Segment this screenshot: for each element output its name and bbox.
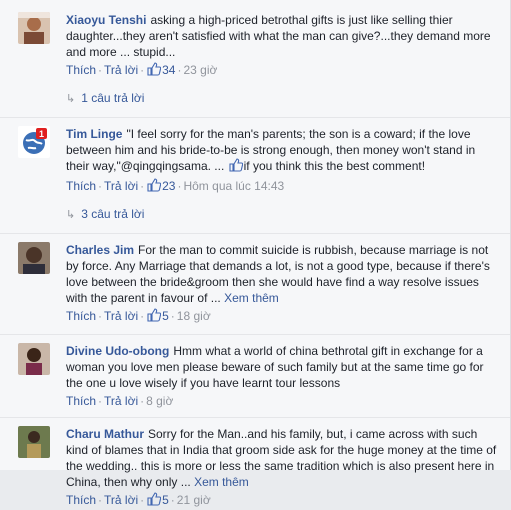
- reply-arrow-icon: ↳: [66, 209, 76, 221]
- avatar[interactable]: [18, 242, 50, 274]
- globe-badge-icon: 1: [18, 126, 50, 158]
- like-button[interactable]: Thích: [66, 63, 96, 77]
- comment-body: Charu Mathur Sorry for the Man..and his f…: [66, 426, 500, 490]
- like-count[interactable]: 5: [162, 493, 169, 507]
- comment-feed: Xiaoyu Tenshi asking a high-priced betrot…: [0, 0, 511, 507]
- see-more-link[interactable]: Xem thêm: [224, 291, 279, 305]
- comment-time[interactable]: 21 giờ: [177, 493, 211, 507]
- comment-text-suffix: if you think this the best comment!: [243, 159, 426, 173]
- reply-button[interactable]: Trả lời: [104, 179, 138, 193]
- comment-time[interactable]: 23 giờ: [183, 63, 217, 77]
- like-count[interactable]: 34: [162, 63, 175, 77]
- like-count[interactable]: 5: [162, 309, 169, 323]
- comment-time[interactable]: 18 giờ: [177, 309, 211, 323]
- avatar[interactable]: [18, 12, 50, 44]
- avatar-image: [18, 343, 50, 375]
- notification-badge: 1: [39, 129, 44, 139]
- thumbs-up-icon: [229, 158, 243, 176]
- comment-author[interactable]: Charles Jim: [66, 243, 134, 257]
- comment: 1 Tim Linge "I feel sorry for the man's p…: [0, 118, 510, 196]
- like-count[interactable]: 23: [162, 179, 175, 193]
- comment-author[interactable]: Tim Linge: [66, 127, 122, 141]
- like-button[interactable]: Thích: [66, 493, 96, 507]
- like-button[interactable]: Thích: [66, 179, 96, 193]
- comment-actions: Thích · Trả lời · 5 · 18 giờ: [66, 308, 500, 326]
- avatar[interactable]: [18, 426, 50, 458]
- comment-author[interactable]: Divine Udo-obong: [66, 344, 169, 358]
- reply-button[interactable]: Trả lời: [104, 63, 138, 77]
- see-more-link[interactable]: Xem thêm: [194, 475, 249, 489]
- thumbs-up-icon[interactable]: [147, 308, 162, 326]
- comment-body: Charles Jim For the man to commit suicide…: [66, 242, 500, 306]
- avatar-image: [18, 242, 50, 274]
- comment-body: Tim Linge "I feel sorry for the man's par…: [66, 126, 500, 176]
- comment-body: Divine Udo-obong Hmm what a world of chin…: [66, 343, 500, 391]
- avatar-image: [18, 12, 50, 44]
- like-button[interactable]: Thích: [66, 394, 96, 408]
- comment: Charu Mathur Sorry for the Man..and his f…: [0, 418, 510, 510]
- comment-author[interactable]: Xiaoyu Tenshi: [66, 13, 146, 27]
- view-replies-link[interactable]: ↳ 1 câu trả lời: [0, 90, 510, 107]
- like-button[interactable]: Thích: [66, 309, 96, 323]
- comment: Divine Udo-obong Hmm what a world of chin…: [0, 335, 510, 409]
- avatar-image: [18, 426, 50, 458]
- comment-actions: Thích · Trả lời · 34 · 23 giờ: [66, 62, 500, 80]
- reply-button[interactable]: Trả lời: [104, 394, 138, 408]
- comment-time[interactable]: Hôm qua lúc 14:43: [183, 179, 284, 193]
- comment-body: Xiaoyu Tenshi asking a high-priced betrot…: [66, 12, 500, 60]
- comment-actions: Thích · Trả lời · 23 · Hôm qua lúc 14:43: [66, 178, 500, 196]
- reply-arrow-icon: ↳: [66, 93, 76, 105]
- comment: Charles Jim For the man to commit suicide…: [0, 234, 510, 326]
- replies-count[interactable]: 3 câu trả lời: [81, 207, 144, 221]
- thumbs-up-icon[interactable]: [147, 62, 162, 80]
- view-replies-link[interactable]: ↳ 3 câu trả lời: [0, 206, 510, 223]
- thumbs-up-icon[interactable]: [147, 492, 162, 510]
- comment-actions: Thích · Trả lời · 5 · 21 giờ: [66, 492, 500, 510]
- avatar[interactable]: 1: [18, 126, 50, 158]
- comment: Xiaoyu Tenshi asking a high-priced betrot…: [0, 0, 510, 80]
- replies-count[interactable]: 1 câu trả lời: [81, 91, 144, 105]
- comment-author[interactable]: Charu Mathur: [66, 427, 144, 441]
- reply-button[interactable]: Trả lời: [104, 493, 138, 507]
- comment-time[interactable]: 8 giờ: [146, 394, 173, 408]
- comment-actions: Thích · Trả lời · 8 giờ: [66, 394, 174, 408]
- reply-button[interactable]: Trả lời: [104, 309, 138, 323]
- avatar[interactable]: [18, 343, 50, 375]
- thumbs-up-icon[interactable]: [147, 178, 162, 196]
